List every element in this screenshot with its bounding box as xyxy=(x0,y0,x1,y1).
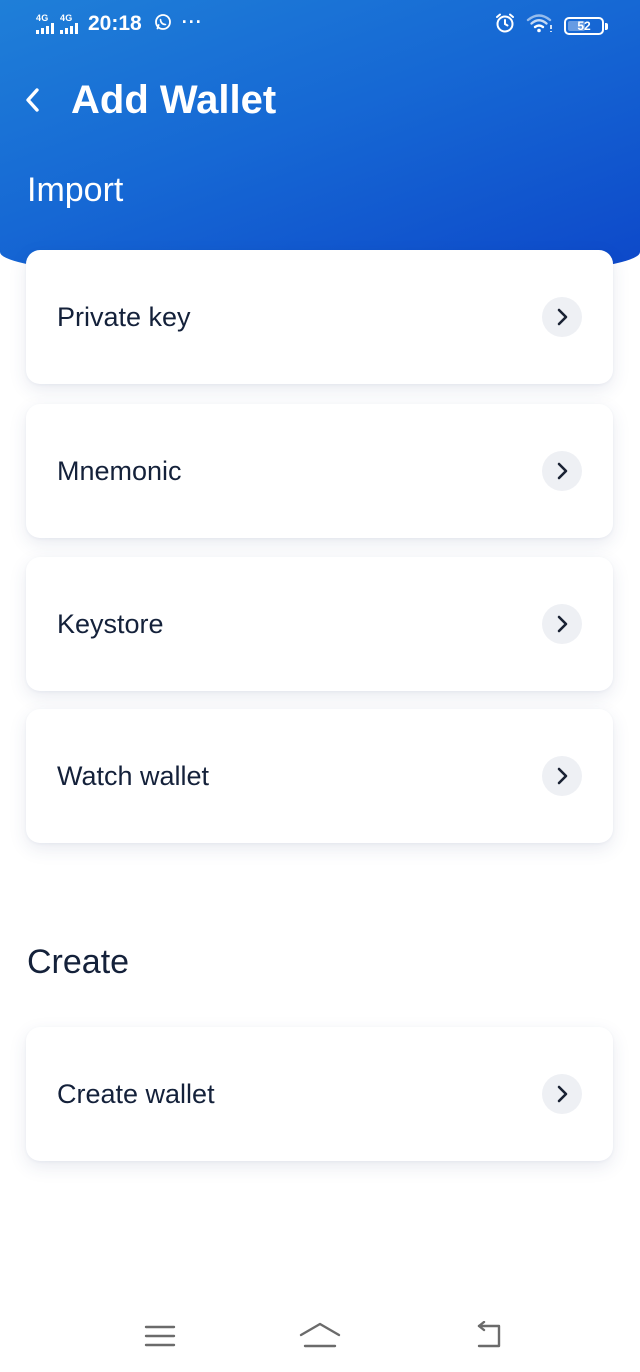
menu-button[interactable] xyxy=(136,1316,184,1356)
option-label: Create wallet xyxy=(57,1079,215,1109)
chevron-right-icon xyxy=(542,1074,582,1114)
back-button[interactable] xyxy=(14,80,50,120)
chevron-right-icon xyxy=(542,756,582,796)
page-title: Add Wallet xyxy=(71,78,277,122)
menu-icon xyxy=(144,1325,176,1347)
status-left: 4G 4G 20:18 ··· xyxy=(36,10,203,36)
status-right: 52 xyxy=(494,12,608,39)
mnemonic-option[interactable]: Mnemonic xyxy=(26,404,613,538)
alarm-icon xyxy=(494,12,516,39)
battery-level: 52 xyxy=(577,18,591,33)
back-nav-button[interactable] xyxy=(464,1316,512,1356)
create-section-title: Create xyxy=(27,943,130,981)
chevron-right-icon xyxy=(542,297,582,337)
back-nav-icon xyxy=(477,1321,501,1348)
system-nav-bar xyxy=(0,1300,640,1372)
create-wallet-option[interactable]: Create wallet xyxy=(26,1027,613,1161)
battery-icon: 52 xyxy=(564,16,608,35)
chevron-right-icon xyxy=(542,451,582,491)
wifi-icon xyxy=(526,13,554,38)
whatsapp-icon xyxy=(154,13,172,36)
option-label: Private key xyxy=(57,302,191,332)
status-time: 20:18 xyxy=(88,12,142,35)
watch-wallet-option[interactable]: Watch wallet xyxy=(26,709,613,843)
option-label: Mnemonic xyxy=(57,456,182,486)
option-label: Keystore xyxy=(57,609,164,639)
status-bar: 4G 4G 20:18 ··· 52 xyxy=(0,0,640,50)
home-icon xyxy=(299,1322,341,1348)
chevron-right-icon xyxy=(542,604,582,644)
more-notifications-icon: ··· xyxy=(181,11,203,32)
private-key-option[interactable]: Private key xyxy=(26,250,613,384)
option-label: Watch wallet xyxy=(57,761,210,791)
home-button[interactable] xyxy=(296,1316,344,1356)
network-type-2: 4G xyxy=(60,12,73,23)
network-type-1: 4G xyxy=(36,12,49,23)
keystore-option[interactable]: Keystore xyxy=(26,557,613,691)
chevron-left-icon xyxy=(26,88,39,112)
import-section-title: Import xyxy=(27,171,124,209)
signal-icon-2: 4G xyxy=(60,13,78,34)
signal-icon: 4G xyxy=(36,13,54,34)
